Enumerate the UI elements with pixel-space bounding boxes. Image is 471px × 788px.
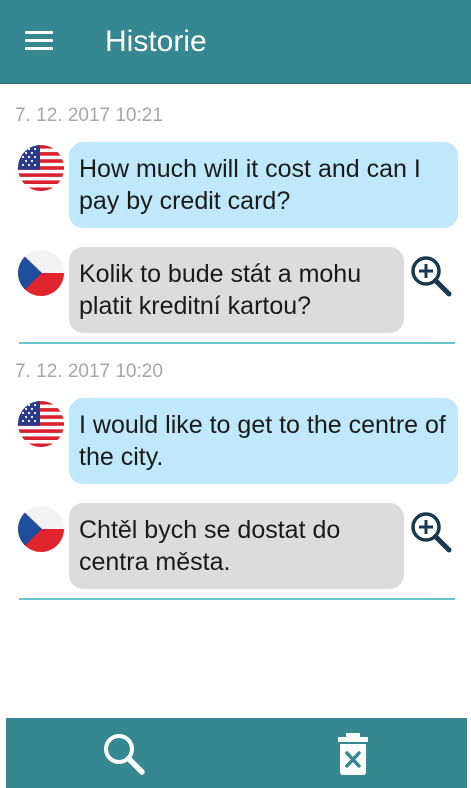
app-bar: Historie	[0, 0, 471, 84]
entry-timestamp: 7. 12. 2017 10:20	[15, 361, 163, 382]
history-entry: 7. 12. 2017 10:21 How much will it cost …	[0, 83, 471, 344]
hamburger-menu-icon[interactable]	[25, 30, 53, 52]
source-text-bubble[interactable]: How much will it cost and can I pay by c…	[69, 142, 458, 228]
bottom-toolbar	[6, 718, 467, 788]
us-flag-icon	[18, 401, 64, 447]
translation-text-bubble[interactable]: Kolik to bude stát a mohu platit kreditn…	[69, 247, 404, 333]
history-list: 7. 12. 2017 10:21 How much will it cost …	[0, 83, 471, 600]
translation-text-bubble[interactable]: Chtěl bych se dostat do centra města.	[69, 503, 404, 589]
trash-icon[interactable]	[329, 730, 377, 778]
search-icon[interactable]	[100, 730, 148, 778]
history-entry: 7. 12. 2017 10:20 I would like to get to…	[0, 339, 471, 600]
us-flag-icon	[18, 145, 64, 191]
source-text-bubble[interactable]: I would like to get to the centre of the…	[69, 398, 458, 484]
zoom-in-icon[interactable]	[408, 509, 454, 555]
entry-divider	[19, 598, 455, 600]
czech-flag-icon	[18, 250, 64, 296]
page-title: Historie	[105, 25, 207, 58]
czech-flag-icon	[18, 506, 64, 552]
zoom-in-icon[interactable]	[408, 253, 454, 299]
entry-timestamp: 7. 12. 2017 10:21	[15, 105, 163, 126]
